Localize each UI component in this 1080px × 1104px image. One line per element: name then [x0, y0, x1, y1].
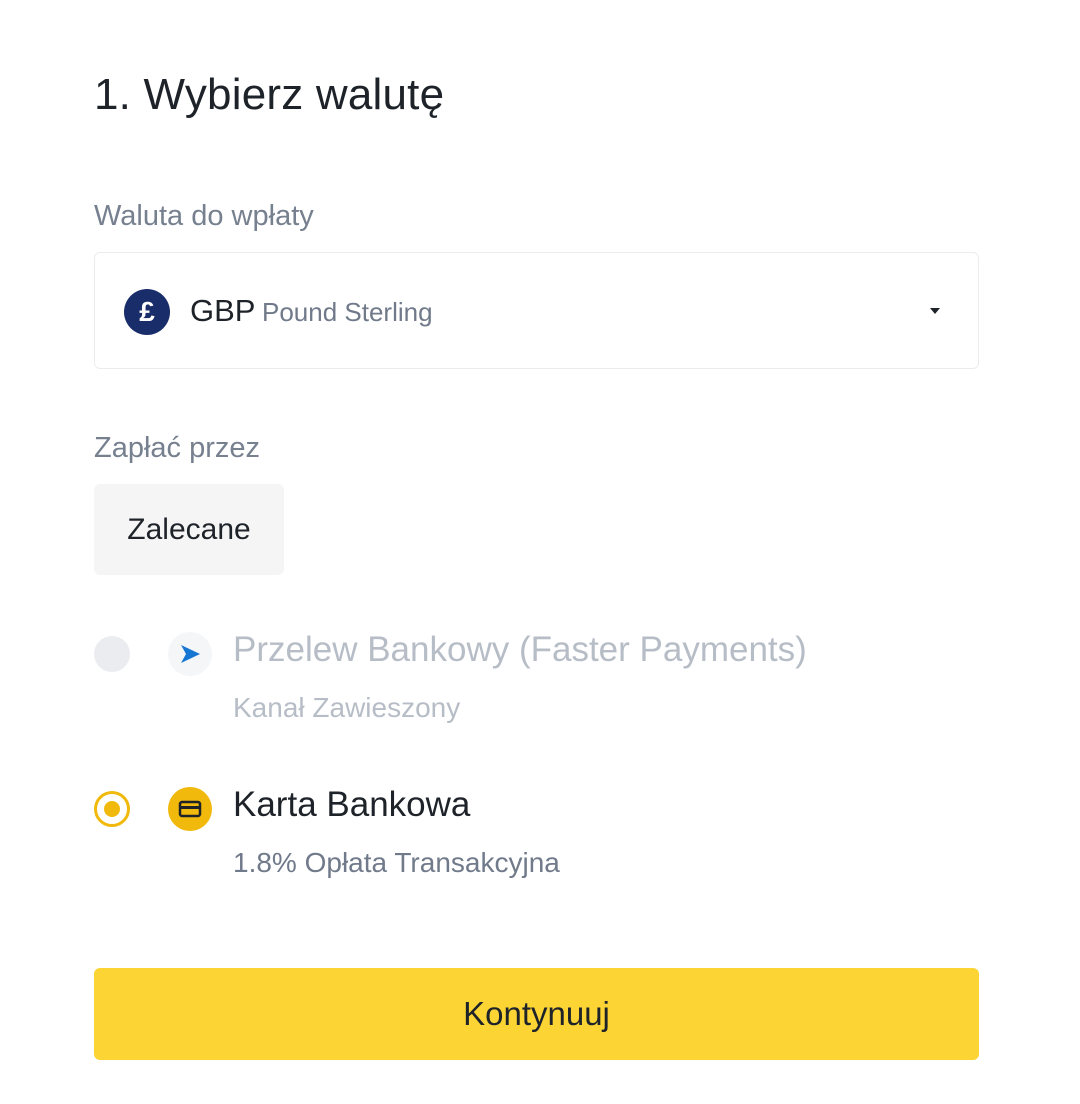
currency-select[interactable]: £ GBP Pound Sterling [94, 252, 979, 369]
continue-button[interactable]: Kontynuuj [94, 968, 979, 1060]
bank-transfer-status: Kanał Zawieszony [233, 692, 461, 723]
deposit-form: 1. Wybierz walutę Waluta do wpłaty £ GBP… [94, 0, 981, 1104]
bank-transfer-arrow-icon [168, 632, 212, 676]
step-title: 1. Wybierz walutę [94, 70, 445, 119]
radio-bank-card[interactable] [94, 791, 130, 827]
pound-sterling-icon: £ [124, 289, 170, 335]
tab-recommended[interactable]: Zalecane [94, 484, 284, 575]
bank-card-fee: 1.8% Opłata Transakcyjna [233, 847, 560, 878]
currency-code: GBP [190, 293, 256, 328]
radio-bank-transfer[interactable] [94, 636, 130, 672]
bank-card-title: Karta Bankowa [233, 785, 471, 824]
bank-transfer-title: Przelew Bankowy (Faster Payments) [233, 630, 807, 669]
currency-name: Pound Sterling [262, 297, 433, 327]
payment-option-bank-card[interactable]: Karta Bankowa 1.8% Opłata Transakcyjna [94, 785, 979, 895]
currency-label: Waluta do wpłaty [94, 200, 314, 232]
bank-card-icon [168, 787, 212, 831]
payment-option-bank-transfer[interactable]: Przelew Bankowy (Faster Payments) Kanał … [94, 630, 979, 740]
chevron-down-icon [930, 308, 940, 314]
pay-with-label: Zapłać przez [94, 432, 261, 464]
